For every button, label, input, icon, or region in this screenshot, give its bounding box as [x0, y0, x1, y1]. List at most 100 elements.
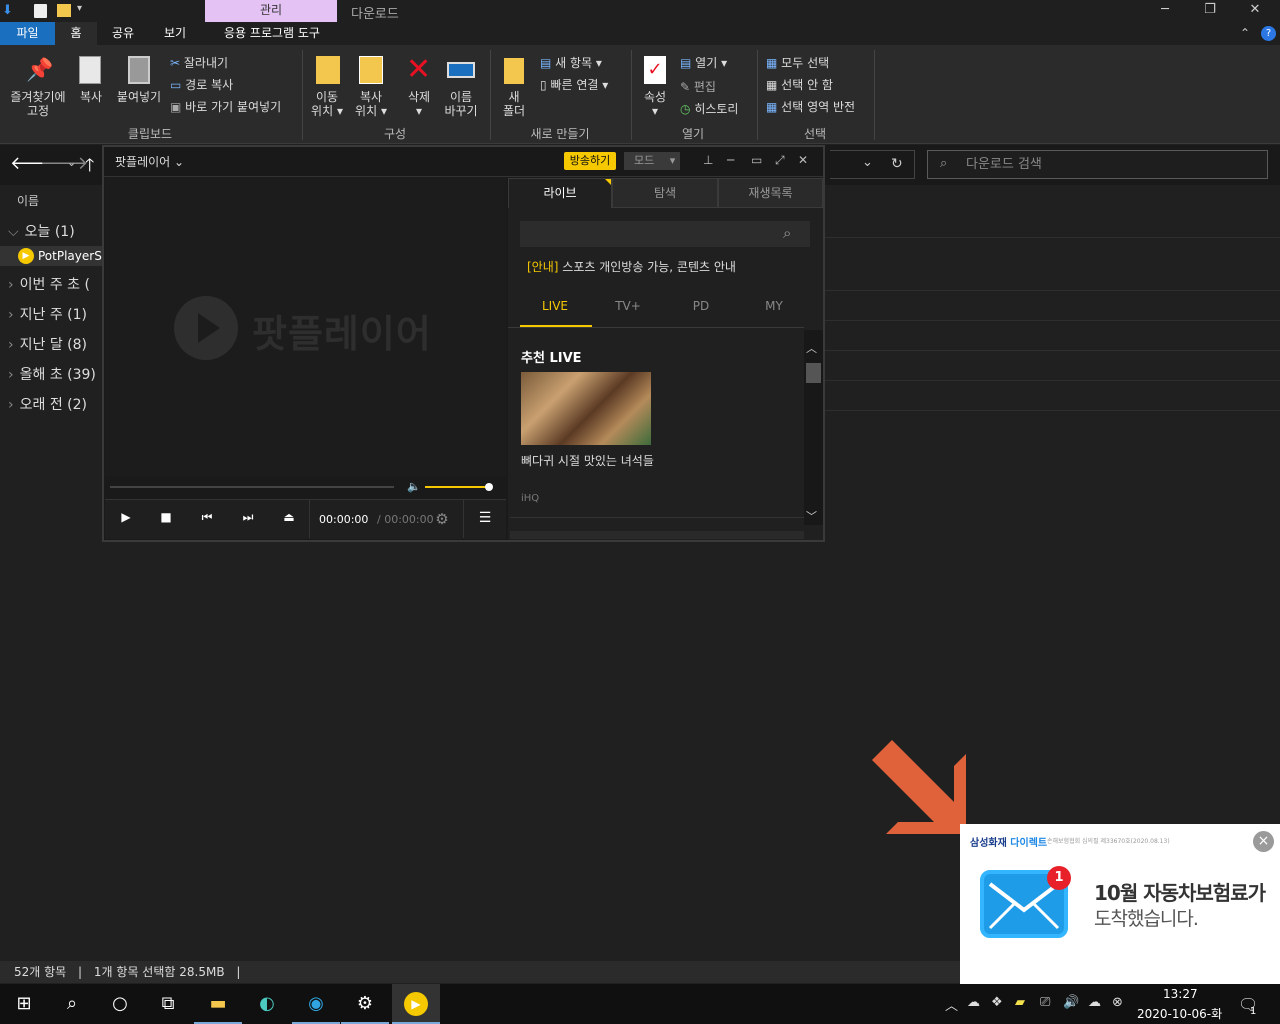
scroll-thumb[interactable] [806, 363, 821, 383]
eject-icon[interactable]: ⏏ [279, 510, 299, 528]
fullscreen-icon[interactable]: ⤢ [775, 153, 785, 168]
stop-icon[interactable]: ■ [156, 510, 176, 528]
windows-start-icon[interactable]: ⊞ [0, 984, 48, 1024]
notice-link[interactable]: [안내] 스포츠 개인방송 가능, 콘텐츠 안내 [527, 258, 736, 275]
new-folder-qa-icon[interactable] [57, 4, 71, 17]
live-tab-my[interactable]: MY [739, 299, 809, 313]
paste-shortcut-button[interactable]: ▣ 바로 가기 붙여넣기 [170, 98, 281, 115]
scroll-up-icon[interactable]: ︿ [806, 340, 817, 356]
playlist-menu-icon[interactable]: ☰ [475, 510, 495, 528]
copy-path-button[interactable]: ▭ 경로 복사 [170, 76, 233, 93]
tab-app-tools[interactable]: 응용 프로그램 도구 [212, 22, 332, 45]
live-tab-live[interactable]: LIVE [520, 299, 590, 313]
close-circle-icon[interactable]: ⊗ [1112, 995, 1123, 1010]
ribbon-collapse-icon[interactable]: ⌃ [1240, 26, 1250, 40]
minimize-button[interactable]: ─ [1150, 2, 1180, 17]
minimize-icon[interactable]: ─ [727, 153, 734, 167]
live-tab-tvplus[interactable]: TV+ [593, 299, 663, 313]
tab-home[interactable]: 홈 [55, 22, 97, 45]
panel-search-input[interactable] [520, 221, 810, 247]
maximize-icon[interactable]: ▭ [751, 153, 762, 167]
paste-button[interactable]: 붙여넣기 [113, 90, 165, 104]
clock-time[interactable]: 13:27 [1163, 987, 1198, 1001]
properties-qa-icon[interactable] [34, 4, 47, 18]
cut-button[interactable]: ✂ 잘라내기 [170, 54, 228, 71]
history-button[interactable]: ◷ 히스토리 [680, 100, 738, 117]
search-input[interactable]: 다운로드 검색 [927, 150, 1268, 179]
copy-button[interactable]: 복사 [76, 90, 106, 104]
download-arrow-icon[interactable]: ⬇ [2, 3, 13, 18]
refresh-icon[interactable]: ↻ [891, 156, 903, 172]
group-this-week[interactable]: › 이번 주 초 ( [8, 274, 90, 294]
edge-browser-icon[interactable]: ◉ [292, 984, 340, 1024]
play-icon[interactable]: ▶ [116, 510, 136, 528]
pin-icon[interactable]: ⊥ [703, 153, 713, 167]
group-earlier-this-year[interactable]: › 올해 초 (39) [8, 364, 96, 384]
tab-view[interactable]: 보기 [154, 22, 196, 45]
ad-close-button[interactable]: × [1253, 831, 1274, 852]
group-last-week[interactable]: › 지난 주 (1) [8, 304, 87, 324]
group-long-ago[interactable]: › 오래 전 (2) [8, 394, 87, 414]
previous-icon[interactable]: ⏮ [197, 510, 217, 528]
new-item-button[interactable]: ▤ 새 항목 ▾ [540, 54, 602, 71]
up-arrow-icon[interactable]: 🡑 [85, 153, 94, 183]
potplayer-taskbar-icon[interactable]: ▶ [392, 984, 440, 1024]
help-icon[interactable]: ? [1261, 26, 1276, 41]
tab-file[interactable]: 파일 [0, 22, 55, 45]
forward-arrow-icon[interactable]: 🡒 [40, 153, 88, 174]
settings-icon[interactable]: ⚙ [341, 984, 389, 1024]
live-item-title[interactable]: 뼈다귀 시절 맛있는 녀석들 [521, 453, 661, 470]
qa-dropdown-icon[interactable]: ▾ [77, 3, 82, 14]
move-to-button[interactable]: 이동 위치 ▾ [308, 90, 346, 118]
volume-tray-icon[interactable]: 🔊 [1063, 995, 1079, 1010]
delete-button[interactable]: 삭제 ▾ [402, 90, 436, 118]
next-icon[interactable]: ⏭ [238, 510, 258, 528]
select-all-button[interactable]: ▦ 모두 선택 [766, 54, 829, 71]
app-swirl-icon[interactable]: ◐ [243, 984, 291, 1024]
group-last-month[interactable]: › 지난 달 (8) [8, 334, 87, 354]
search-taskbar-icon[interactable]: ⌕ [48, 984, 96, 1024]
file-explorer-icon[interactable]: ▬ [194, 984, 242, 1024]
potplayer-menu[interactable]: 팟플레이어 ⌄ [115, 153, 184, 170]
tab-share[interactable]: 공유 [102, 22, 144, 45]
close-button[interactable]: ✕ [1240, 2, 1270, 17]
select-none-button[interactable]: ▦ 선택 안 함 [766, 76, 833, 93]
live-thumbnail[interactable] [521, 372, 651, 445]
task-view-icon[interactable]: ⧉ [144, 984, 192, 1024]
copy-to-button[interactable]: 복사 위치 ▾ [350, 90, 392, 118]
volume-icon[interactable]: 🔈 [407, 480, 421, 493]
clock-date[interactable]: 2020-10-06-화 [1137, 1005, 1222, 1022]
edit-button[interactable]: ✎ 편집 [680, 78, 716, 95]
broadcast-button[interactable]: 방송하기 [564, 152, 616, 170]
seek-bar[interactable] [110, 486, 394, 488]
panel-search-icon[interactable]: ⌕ [783, 224, 791, 242]
recent-locations-icon[interactable]: ⌄ [67, 156, 76, 169]
tab-playlist[interactable]: 재생목록 [718, 178, 823, 208]
column-header-name[interactable]: 이름 [17, 192, 39, 209]
group-today[interactable]: ⌵ 오늘 (1) [8, 221, 75, 241]
new-folder-button[interactable]: 새 폴더 [498, 90, 530, 118]
settings-gear-icon[interactable]: ⚙ [432, 510, 452, 528]
mode-button[interactable]: 모드 ▾ [624, 152, 680, 170]
pin-quick-access-button[interactable]: 즐겨찾기에 고정 [6, 90, 70, 118]
scroll-down-icon[interactable]: ﹀ [806, 508, 817, 524]
rename-button[interactable]: 이름 바꾸기 [440, 90, 482, 118]
easy-access-button[interactable]: ▯ 빠른 연결 ▾ [540, 76, 608, 93]
tab-live[interactable]: 라이브 [508, 178, 612, 208]
cortana-icon[interactable]: ○ [96, 984, 144, 1024]
manage-context-tab[interactable]: 관리 [205, 0, 337, 22]
network-icon[interactable]: ⎚ [1040, 995, 1050, 1010]
open-button[interactable]: ▤ 열기 ▾ [680, 54, 727, 71]
panel-scrollbar[interactable] [804, 330, 823, 525]
tab-explore[interactable]: 탐색 [612, 178, 718, 208]
close-icon[interactable]: ✕ [798, 153, 808, 167]
address-dropdown-icon[interactable]: ⌄ [862, 155, 873, 170]
volume-knob[interactable] [485, 483, 493, 491]
maximize-button[interactable]: ❐ [1195, 2, 1225, 17]
onedrive-icon[interactable]: ☁ [967, 995, 980, 1010]
tray-expand-icon[interactable]: ︿ [945, 995, 958, 1014]
live-tab-pd[interactable]: PD [666, 299, 736, 313]
potplayer-titlebar[interactable] [104, 147, 823, 177]
volume-slider[interactable] [425, 486, 489, 488]
properties-button[interactable]: 속성 ▾ [638, 90, 672, 118]
